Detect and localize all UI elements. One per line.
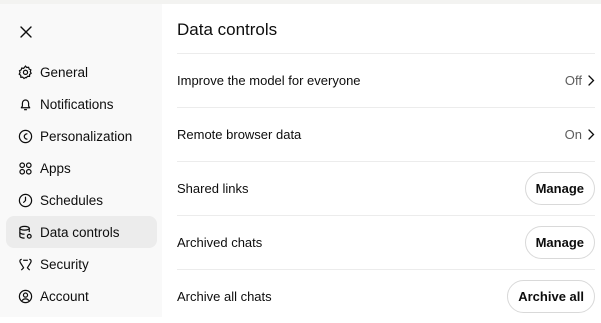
row-label: Improve the model for everyone: [177, 73, 361, 88]
row-label: Archived chats: [177, 235, 263, 250]
sidebar-item-label: Schedules: [40, 192, 104, 208]
manage-shared-links-button[interactable]: Manage: [524, 172, 595, 205]
sidebar-item-general[interactable]: General: [6, 56, 157, 88]
shared-links-row: Shared links Manage: [177, 162, 595, 215]
sidebar-item-label: Notifications: [40, 96, 114, 112]
apps-grid-icon: [17, 160, 33, 176]
row-label: Shared links: [177, 181, 249, 196]
sidebar-item-notifications[interactable]: Notifications: [6, 88, 157, 120]
settings-sidebar: General Notifications Personalization Ap…: [0, 4, 162, 317]
setting-value: Off: [564, 73, 582, 88]
database-gear-icon: [17, 224, 33, 240]
bell-icon: [17, 96, 33, 112]
sidebar-item-data-controls[interactable]: Data controls: [6, 216, 157, 248]
chevron-right-icon: [588, 129, 595, 140]
user-circle-icon: [17, 288, 33, 304]
sidebar-item-apps[interactable]: Apps: [6, 152, 157, 184]
sidebar-item-label: Data controls: [40, 224, 120, 240]
sidebar-item-label: Apps: [40, 160, 71, 176]
improve-model-setting[interactable]: Off: [565, 73, 595, 88]
settings-nav: General Notifications Personalization Ap…: [6, 56, 157, 312]
close-button[interactable]: [16, 22, 36, 42]
archived-chats-row: Archived chats Manage: [177, 216, 595, 269]
sidebar-item-label: Account: [40, 288, 89, 304]
close-icon: [20, 26, 32, 38]
row-label: Archive all chats: [177, 289, 272, 304]
personalization-icon: [17, 128, 33, 144]
sidebar-item-account[interactable]: Account: [6, 280, 157, 312]
improve-model-row: Improve the model for everyone Off: [177, 54, 595, 107]
sidebar-item-security[interactable]: Security: [6, 248, 157, 280]
sidebar-item-personalization[interactable]: Personalization: [6, 120, 157, 152]
data-controls-panel: Data controls Improve the model for ever…: [162, 4, 601, 317]
manage-archived-chats-button[interactable]: Manage: [524, 226, 595, 259]
shield-icon: [17, 256, 33, 272]
archive-all-button[interactable]: Archive all: [507, 280, 595, 313]
archive-all-row: Archive all chats Archive all: [177, 270, 595, 323]
sidebar-item-label: Personalization: [40, 128, 133, 144]
sidebar-item-label: Security: [40, 256, 89, 272]
gear-icon: [17, 64, 33, 80]
clock-icon: [17, 192, 33, 208]
sidebar-item-schedules[interactable]: Schedules: [6, 184, 157, 216]
setting-value: On: [564, 127, 582, 142]
chevron-right-icon: [588, 75, 595, 86]
sidebar-item-label: General: [40, 64, 89, 80]
remote-browser-setting[interactable]: On: [565, 127, 595, 142]
remote-browser-row: Remote browser data On: [177, 108, 595, 161]
page-title: Data controls: [177, 20, 278, 39]
row-label: Remote browser data: [177, 127, 302, 142]
